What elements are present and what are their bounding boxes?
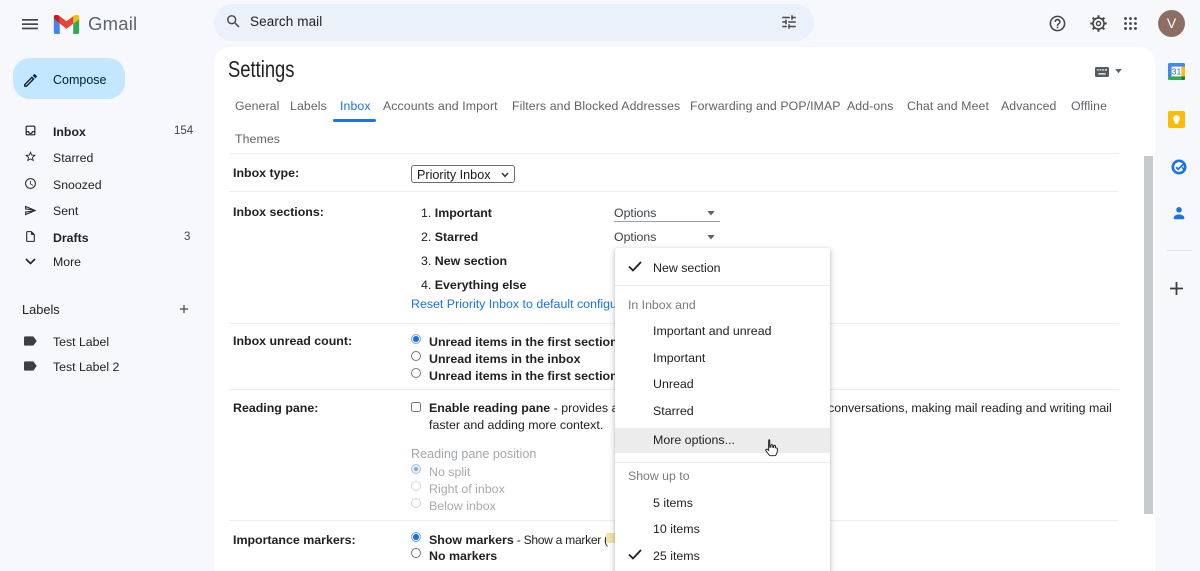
svg-text:31: 31 (1172, 67, 1182, 77)
